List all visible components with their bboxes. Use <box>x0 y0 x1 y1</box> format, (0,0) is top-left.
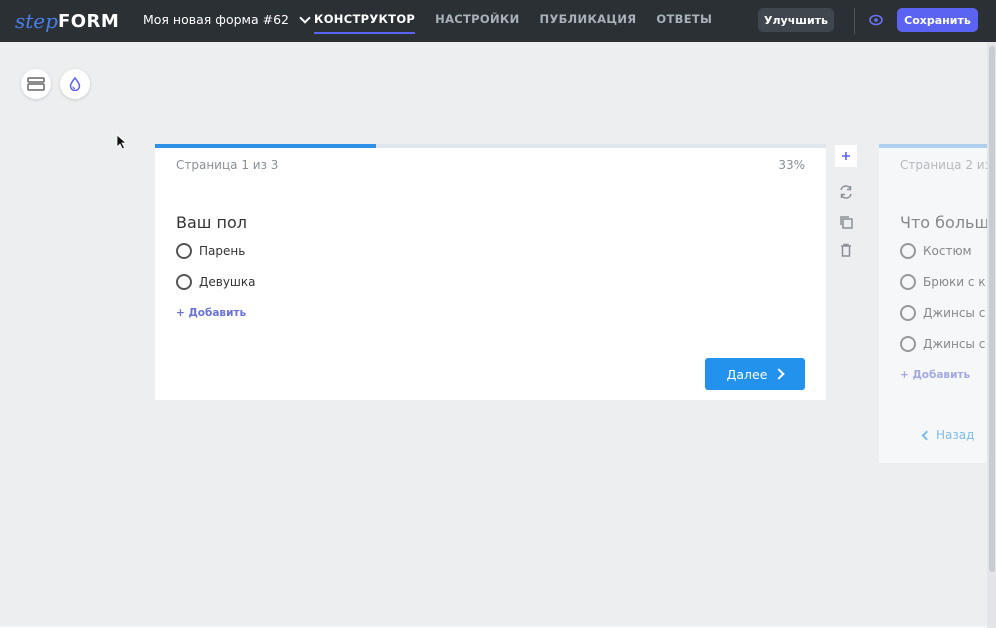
question-title[interactable]: Ваш пол <box>176 213 247 232</box>
logo-form-text: FORM <box>57 10 120 32</box>
improve-button[interactable]: Улучшить <box>758 8 834 32</box>
copy-button[interactable] <box>835 211 857 233</box>
logo-step-text: step <box>15 9 58 33</box>
option-label: Костюм <box>923 244 972 258</box>
form-title: Моя новая форма #62 <box>143 12 289 27</box>
back-label: Назад <box>936 428 975 442</box>
tab-settings[interactable]: НАСТРОЙКИ <box>435 0 519 42</box>
progress-percent: 33% <box>778 158 805 172</box>
progress-fill <box>879 144 987 148</box>
radio-button[interactable] <box>900 243 916 259</box>
delete-button[interactable] <box>835 239 857 261</box>
radio-button[interactable] <box>176 274 192 290</box>
tab-responses[interactable]: ОТВЕТЫ <box>656 0 712 42</box>
droplet-icon <box>69 77 81 91</box>
option-item[interactable]: Парень <box>176 243 245 259</box>
add-page-button[interactable] <box>835 145 857 167</box>
layout-button[interactable] <box>21 69 51 99</box>
refresh-icon <box>840 185 852 199</box>
refresh-button[interactable] <box>835 181 857 203</box>
eye-icon[interactable] <box>869 12 883 26</box>
add-option-link[interactable]: + Добавить <box>176 307 246 319</box>
scrollbar-thumb[interactable] <box>989 46 995 572</box>
divider <box>854 8 855 34</box>
logo[interactable]: step FORM <box>15 7 119 35</box>
radio-button[interactable] <box>900 305 916 321</box>
radio-button[interactable] <box>176 243 192 259</box>
plus-icon <box>842 152 850 160</box>
page-label: Страница 1 из 3 <box>176 158 279 172</box>
chevron-left-icon <box>921 430 932 440</box>
back-button[interactable]: Назад <box>921 428 975 442</box>
chevron-down-icon <box>299 11 311 24</box>
page-card-2[interactable]: Страница 2 из Что больше Костюм Брюки с … <box>879 144 987 463</box>
top-bar: step FORM Моя новая форма #62 КОНСТРУКТОР… <box>0 0 996 42</box>
question-title[interactable]: Что больше <box>900 213 987 232</box>
option-label: Девушка <box>199 275 256 289</box>
save-button[interactable]: Сохранить <box>897 8 978 32</box>
option-item[interactable]: Костюм <box>900 243 972 259</box>
theme-button[interactable] <box>60 69 90 99</box>
cursor-icon <box>116 134 128 154</box>
next-label: Далее <box>726 366 768 382</box>
option-item[interactable]: Брюки с к <box>900 274 985 290</box>
option-label: Брюки с к <box>923 275 986 289</box>
option-item[interactable]: Джинсы с <box>900 336 985 352</box>
trash-icon <box>841 243 851 257</box>
radio-button[interactable] <box>900 274 916 290</box>
option-label: Джинсы с <box>923 337 986 351</box>
option-item[interactable]: Джинсы с <box>900 305 985 321</box>
chevron-right-icon <box>773 368 786 380</box>
main-nav: КОНСТРУКТОР НАСТРОЙКИ ПУБЛИКАЦИЯ ОТВЕТЫ <box>314 0 712 42</box>
progress-fill <box>155 144 376 148</box>
next-button[interactable]: Далее <box>705 358 805 390</box>
form-title-dropdown[interactable]: Моя новая форма #62 <box>143 11 311 27</box>
option-label: Джинсы с <box>923 306 986 320</box>
layout-icon <box>27 77 45 91</box>
option-label: Парень <box>199 244 246 258</box>
add-option-link[interactable]: + Добавить <box>900 369 970 381</box>
radio-button[interactable] <box>900 336 916 352</box>
tab-constructor[interactable]: КОНСТРУКТОР <box>314 0 416 42</box>
page-label: Страница 2 из <box>900 158 987 172</box>
copy-icon <box>840 216 853 229</box>
option-item[interactable]: Девушка <box>176 274 256 290</box>
page-card-1[interactable]: Страница 1 из 3 33% Ваш пол Парень Девуш… <box>155 144 826 400</box>
tab-publication[interactable]: ПУБЛИКАЦИЯ <box>540 0 637 42</box>
